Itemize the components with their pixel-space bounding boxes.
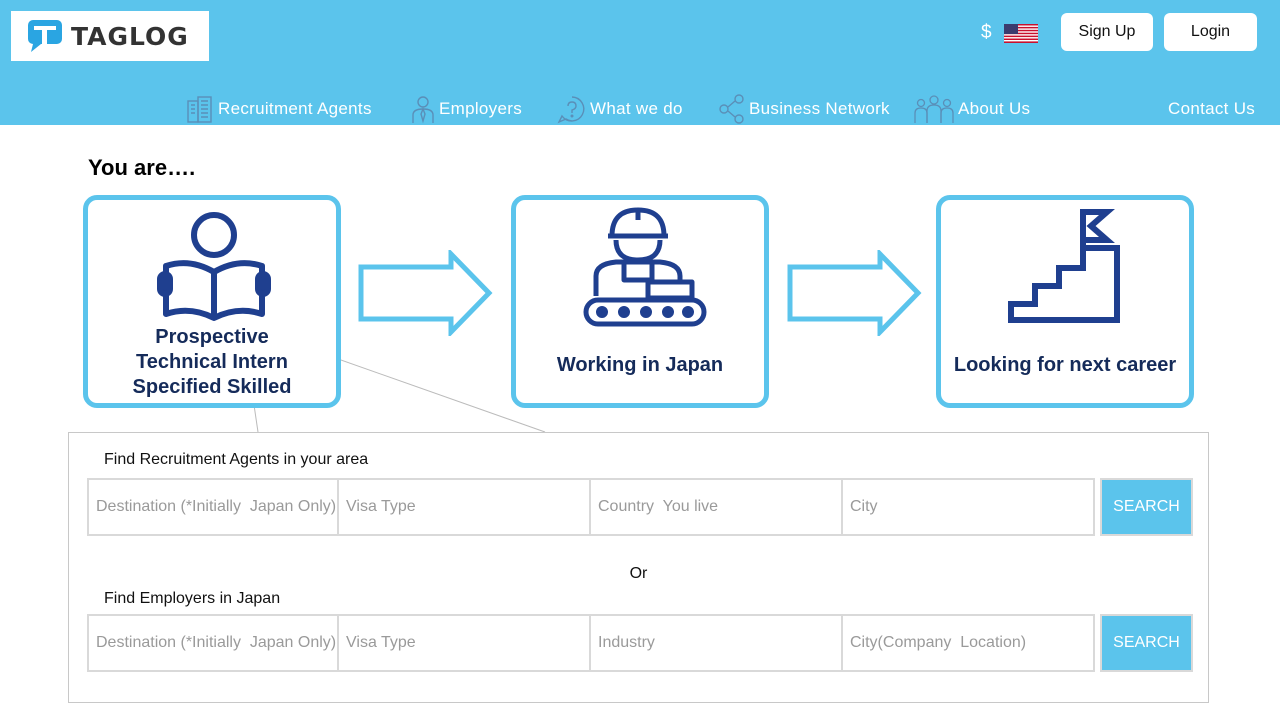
nav-what-we-do[interactable]: What we do <box>557 94 683 124</box>
stairs-flag-icon <box>1008 209 1120 323</box>
agents-search-row <box>87 478 1097 536</box>
nav-label: Contact Us <box>1168 99 1256 118</box>
employers-search-label: Find Employers in Japan <box>104 590 281 607</box>
arrow-right-icon <box>358 250 493 336</box>
search-panel: Find Recruitment Agents in your area SEA… <box>68 432 1209 703</box>
logo-t-icon <box>28 20 62 52</box>
card-working-in-japan[interactable]: Working in Japan <box>511 195 769 408</box>
industry-input[interactable] <box>591 614 843 672</box>
taglog-logo[interactable]: TAGLOG <box>11 11 209 61</box>
currency-selector[interactable]: $ <box>981 22 992 44</box>
destination-input[interactable] <box>87 614 339 672</box>
card-line: Specified Skilled <box>132 376 292 398</box>
nav-business-network[interactable]: Business Network <box>718 94 890 124</box>
or-separator: Or <box>629 565 648 582</box>
card-line: Prospective <box>155 326 269 348</box>
card-line: Working in Japan <box>556 354 724 376</box>
country-input[interactable] <box>591 478 843 536</box>
card-label: Prospective Technical Intern Specified S… <box>88 325 336 400</box>
visa-type-input[interactable] <box>339 614 591 672</box>
nav-label: About Us <box>958 99 1031 118</box>
card-next-career[interactable]: Looking for next career <box>936 195 1194 408</box>
page-heading: You are…. <box>88 155 196 180</box>
logo-text: TAGLOG <box>71 21 189 51</box>
sign-up-button[interactable]: Sign Up <box>1061 13 1153 51</box>
share-network-icon <box>719 94 744 124</box>
question-bubble-icon <box>557 96 585 124</box>
destination-input[interactable] <box>87 478 339 536</box>
arrow-right-icon <box>787 250 922 336</box>
card-prospective[interactable]: Prospective Technical Intern Specified S… <box>83 195 341 408</box>
people-group-icon <box>914 95 954 123</box>
nav-employers[interactable]: Employers <box>410 94 522 124</box>
card-line: Technical Intern <box>136 351 288 373</box>
nav-about-us[interactable]: About Us <box>913 94 1030 124</box>
nav-label: Business Network <box>749 99 890 118</box>
businessman-icon <box>412 96 434 124</box>
login-button[interactable]: Login <box>1164 13 1257 51</box>
card-label: Looking for next career <box>941 353 1189 378</box>
agents-search-button[interactable]: SEARCH <box>1100 478 1193 536</box>
reading-person-icon <box>157 212 271 321</box>
building-icon <box>187 96 212 123</box>
card-label: Working in Japan <box>516 353 764 378</box>
us-flag-icon[interactable] <box>1004 24 1038 43</box>
employers-search-button[interactable]: SEARCH <box>1100 614 1193 672</box>
nav-label: Recruitment Agents <box>218 99 372 118</box>
nav-label: Employers <box>439 99 523 118</box>
nav-label: What we do <box>590 99 683 118</box>
visa-type-input[interactable] <box>339 478 591 536</box>
city-input[interactable] <box>843 478 1095 536</box>
card-line: Looking for next career <box>953 354 1177 376</box>
top-header: TAGLOG $ Sign Up Login Recruitment Agent… <box>0 0 1280 125</box>
company-city-input[interactable] <box>843 614 1095 672</box>
nav-recruitment-agents[interactable]: Recruitment Agents <box>185 94 372 124</box>
nav-contact-us[interactable]: Contact Us <box>1168 94 1255 124</box>
employers-search-row <box>87 614 1097 672</box>
factory-worker-icon <box>583 207 707 327</box>
agents-search-label: Find Recruitment Agents in your area <box>104 451 369 468</box>
